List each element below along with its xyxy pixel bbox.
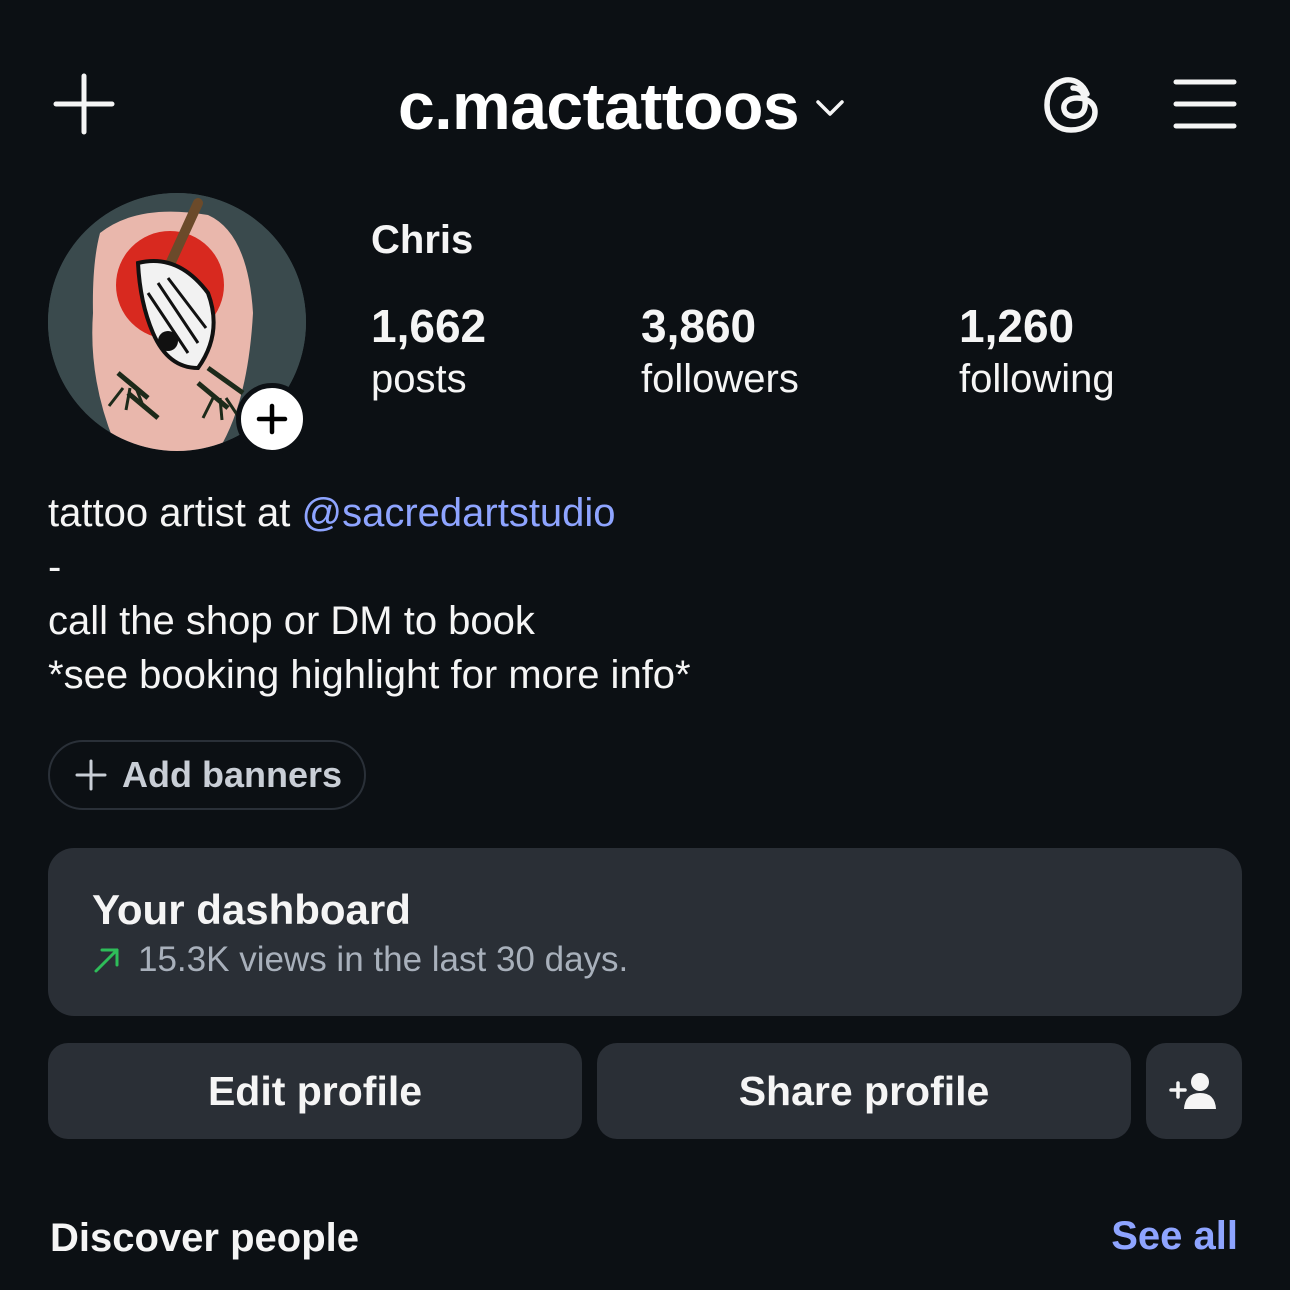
hamburger-menu-icon bbox=[1173, 79, 1237, 129]
see-all-link[interactable]: See all bbox=[1111, 1214, 1238, 1259]
bio-line-2: - bbox=[48, 545, 62, 589]
plus-icon bbox=[53, 73, 115, 135]
username-title: c.mactattoos bbox=[398, 69, 800, 143]
stat-followers[interactable]: 3,860 followers bbox=[641, 298, 799, 404]
stat-posts[interactable]: 1,662 posts bbox=[371, 298, 486, 404]
bio-mention-link[interactable]: @sacredartstudio bbox=[301, 491, 615, 535]
bio-line-1: tattoo artist at @sacredartstudio bbox=[48, 486, 691, 540]
stat-following[interactable]: 1,260 following bbox=[959, 298, 1115, 404]
dashboard-views-text: 15.3K views in the last 30 days. bbox=[138, 940, 629, 979]
add-banners-button[interactable]: Add banners bbox=[48, 740, 366, 810]
threads-button[interactable] bbox=[1040, 72, 1106, 138]
stat-followers-label: followers bbox=[641, 357, 799, 401]
stat-following-value: 1,260 bbox=[959, 300, 1075, 352]
threads-icon bbox=[1044, 77, 1098, 133]
add-person-icon bbox=[1169, 1073, 1216, 1109]
bio-line-3: call the shop or DM to book bbox=[48, 599, 535, 643]
menu-button[interactable] bbox=[1172, 74, 1238, 134]
profile-page: c.mactattoos Chris 1,662 posts 3,860 fol… bbox=[0, 0, 1290, 1290]
share-profile-button[interactable]: Share profile bbox=[597, 1043, 1131, 1139]
display-name: Chris bbox=[371, 218, 474, 262]
bio: tattoo artist at @sacredartstudio - call… bbox=[48, 486, 691, 702]
stat-followers-value: 3,860 bbox=[641, 300, 757, 352]
dashboard-title: Your dashboard bbox=[92, 886, 411, 933]
bio-text: tattoo artist at bbox=[48, 491, 302, 535]
chevron-down-icon bbox=[813, 87, 847, 125]
plus-icon bbox=[75, 759, 107, 791]
stat-posts-value: 1,662 bbox=[371, 300, 487, 352]
add-banners-label: Add banners bbox=[122, 754, 343, 795]
discover-people-button[interactable] bbox=[1146, 1043, 1242, 1139]
trend-up-arrow-icon bbox=[94, 948, 119, 973]
bio-line-4: *see booking highlight for more info* bbox=[48, 653, 691, 697]
stat-following-label: following bbox=[959, 357, 1115, 401]
dashboard-card[interactable]: Your dashboard 15.3K views in the last 3… bbox=[48, 848, 1242, 1016]
discover-people-heading: Discover people bbox=[50, 1216, 360, 1260]
stat-posts-label: posts bbox=[371, 357, 467, 401]
plus-icon bbox=[256, 403, 288, 435]
dashboard-subtitle: 15.3K views in the last 30 days. bbox=[92, 940, 628, 980]
create-button[interactable] bbox=[52, 72, 116, 136]
add-story-button[interactable] bbox=[236, 383, 308, 455]
edit-profile-button[interactable]: Edit profile bbox=[48, 1043, 582, 1139]
account-switcher[interactable]: c.mactattoos bbox=[398, 64, 847, 148]
